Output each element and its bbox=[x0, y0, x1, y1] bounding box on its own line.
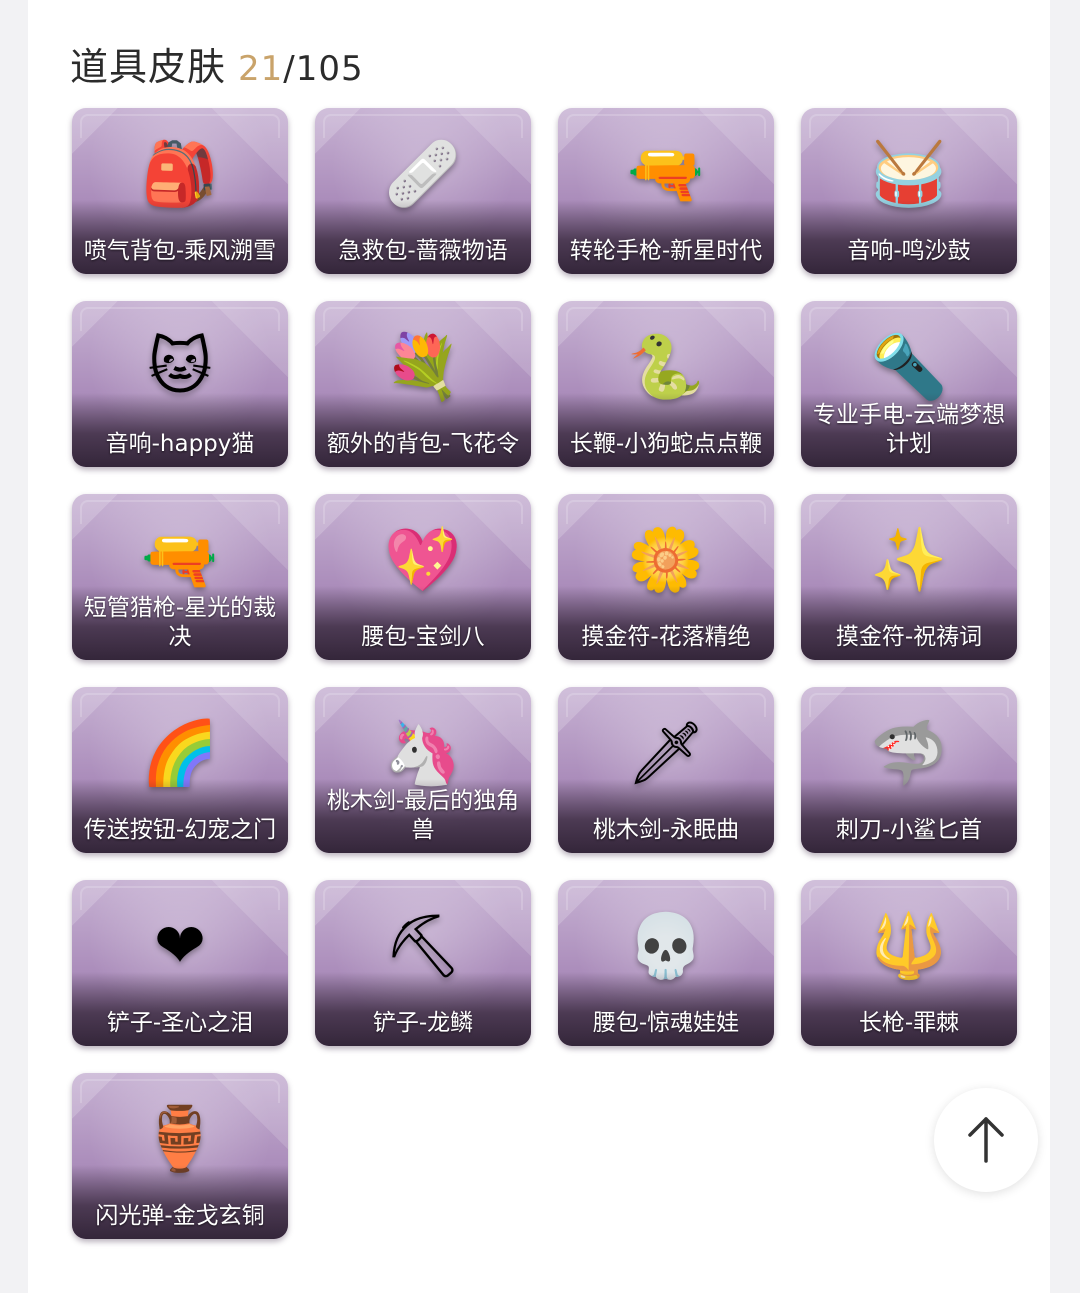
item-skin-card[interactable]: 🩹 急救包-蔷薇物语 bbox=[315, 108, 531, 274]
item-skin-card[interactable]: ✨ 摸金符-祝祷词 bbox=[801, 494, 1017, 660]
item-skin-name: 急救包-蔷薇物语 bbox=[338, 238, 508, 264]
item-skin-name: 短管猎枪-星光的裁决 bbox=[83, 595, 277, 650]
item-skin-card[interactable]: ⛏ 铲子-龙鳞 bbox=[315, 880, 531, 1046]
item-skin-name: 传送按钮-幻宠之门 bbox=[83, 817, 277, 843]
item-skin-card[interactable]: 🔱 长枪-罪棘 bbox=[801, 880, 1017, 1046]
item-skin-name: 闪光弹-金戈玄铜 bbox=[95, 1203, 265, 1229]
item-skin-card[interactable]: 💖 腰包-宝剑八 bbox=[315, 494, 531, 660]
item-skin-card[interactable]: 💐 额外的背包-飞花令 bbox=[315, 301, 531, 467]
item-skin-name: 腰包-惊魂娃娃 bbox=[592, 1010, 740, 1036]
item-skin-name: 转轮手枪-新星时代 bbox=[569, 238, 763, 264]
item-skin-card[interactable]: 🐍 长鞭-小狗蛇点点鞭 bbox=[558, 301, 774, 467]
total-count: 105 bbox=[295, 49, 364, 89]
count-separator: / bbox=[283, 49, 296, 89]
item-skin-name: 铲子-龙鳞 bbox=[372, 1010, 474, 1036]
section-header: 道具皮肤 21/105 bbox=[70, 36, 364, 89]
item-skin-name: 桃木剑-永眠曲 bbox=[592, 817, 740, 843]
item-skin-card[interactable]: 🔫 转轮手枪-新星时代 bbox=[558, 108, 774, 274]
item-skin-name: 桃木剑-最后的独角兽 bbox=[326, 788, 520, 843]
item-skin-card[interactable]: 💀 腰包-惊魂娃娃 bbox=[558, 880, 774, 1046]
item-skin-card[interactable]: 🏺 闪光弹-金戈玄铜 bbox=[72, 1073, 288, 1239]
item-skin-card[interactable]: 🐱 音响-happy猫 bbox=[72, 301, 288, 467]
item-skin-card[interactable]: 🥁 音响-鸣沙鼓 bbox=[801, 108, 1017, 274]
item-skin-name: 音响-happy猫 bbox=[105, 431, 255, 457]
item-skin-name: 专业手电-云端梦想计划 bbox=[812, 402, 1006, 457]
item-skin-card[interactable]: ❤ 铲子-圣心之泪 bbox=[72, 880, 288, 1046]
collection-count: 21/105 bbox=[238, 49, 364, 89]
item-skin-name: 铲子-圣心之泪 bbox=[106, 1010, 254, 1036]
item-skin-card[interactable]: 🌼 摸金符-花落精绝 bbox=[558, 494, 774, 660]
item-skin-card[interactable]: 🔫 短管猎枪-星光的裁决 bbox=[72, 494, 288, 660]
item-skin-card[interactable]: 🌈 传送按钮-幻宠之门 bbox=[72, 687, 288, 853]
item-skin-name: 额外的背包-飞花令 bbox=[326, 431, 520, 457]
item-skin-card[interactable]: 🗡 桃木剑-永眠曲 bbox=[558, 687, 774, 853]
item-skin-name: 长鞭-小狗蛇点点鞭 bbox=[569, 431, 763, 457]
item-skin-name: 喷气背包-乘风溯雪 bbox=[83, 238, 277, 264]
item-skin-card[interactable]: 🔦 专业手电-云端梦想计划 bbox=[801, 301, 1017, 467]
item-skin-card[interactable]: 🦈 刺刀-小鲨匕首 bbox=[801, 687, 1017, 853]
item-skin-name: 摸金符-花落精绝 bbox=[581, 624, 751, 650]
item-skin-name: 腰包-宝剑八 bbox=[361, 624, 485, 650]
item-skin-name: 刺刀-小鲨匕首 bbox=[835, 817, 983, 843]
item-skin-card[interactable]: 🎒 喷气背包-乘风溯雪 bbox=[72, 108, 288, 274]
scroll-to-top-button[interactable] bbox=[934, 1088, 1038, 1192]
arrow-up-icon bbox=[968, 1117, 1004, 1163]
item-skin-name: 摸金符-祝祷词 bbox=[835, 624, 983, 650]
section-title: 道具皮肤 bbox=[70, 45, 227, 89]
item-skin-grid: 🎒 喷气背包-乘风溯雪 🩹 急救包-蔷薇物语 🔫 转轮手枪-新星时代 🥁 音响-鸣沙鼓 🐱 音响-… bbox=[72, 108, 1017, 1239]
item-skin-card[interactable]: 🦄 桃木剑-最后的独角兽 bbox=[315, 687, 531, 853]
item-skin-name: 长枪-罪棘 bbox=[858, 1010, 960, 1036]
item-skin-name: 音响-鸣沙鼓 bbox=[847, 238, 971, 264]
owned-count: 21 bbox=[238, 49, 284, 89]
